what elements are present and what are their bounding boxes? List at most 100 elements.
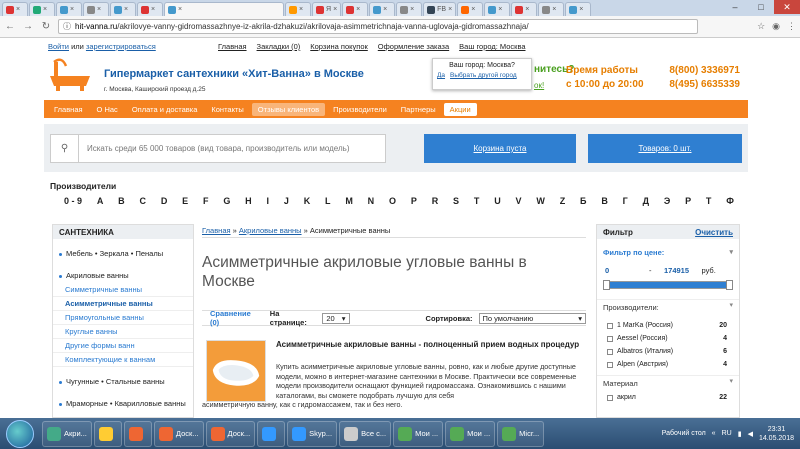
breadcrumb-category[interactable]: Акриловые ванны bbox=[239, 226, 302, 235]
taskbar-item[interactable]: Micr... bbox=[497, 420, 545, 447]
taskbar-item[interactable]: Акри... bbox=[42, 420, 92, 447]
browser-tab[interactable]: Я × bbox=[312, 2, 342, 16]
chevron-up-icon[interactable]: « bbox=[712, 430, 716, 437]
nav-item[interactable]: О Нас bbox=[91, 103, 124, 116]
brand-row[interactable]: Albatros (Италия) 6 bbox=[597, 345, 739, 358]
cart-button[interactable]: Корзина пуста bbox=[424, 134, 576, 163]
alphabet-letter[interactable]: S bbox=[453, 196, 459, 210]
choose-city-link[interactable]: Выбрать другой город bbox=[450, 72, 517, 79]
tab-close-icon[interactable]: × bbox=[124, 6, 128, 13]
nav-item[interactable]: Отзывы клиентов bbox=[251, 102, 326, 116]
brand-row[interactable]: Alpen (Австрия) 4 bbox=[597, 358, 739, 371]
brand-row[interactable]: Aessel (Россия) 4 bbox=[597, 332, 739, 345]
city-yes-link[interactable]: Да bbox=[437, 72, 445, 79]
checkbox[interactable] bbox=[607, 361, 613, 368]
taskbar-item[interactable] bbox=[123, 420, 152, 447]
alphabet-letter[interactable]: Z bbox=[560, 196, 566, 210]
tab-close-icon[interactable]: × bbox=[356, 6, 360, 13]
alphabet-letter[interactable]: W bbox=[536, 196, 545, 210]
tab-close-icon[interactable]: × bbox=[498, 6, 502, 13]
sidebar-item[interactable]: Акриловые ванны bbox=[53, 269, 193, 283]
tab-close-icon[interactable]: × bbox=[16, 6, 20, 13]
network-icon[interactable]: ▮ bbox=[738, 430, 742, 438]
alphabet-letter[interactable]: K bbox=[304, 196, 311, 210]
minimize-button[interactable]: – bbox=[722, 0, 748, 14]
url-field[interactable]: ⓘ hit-vanna.ru/akrilovye-vanny-gidromass… bbox=[58, 19, 698, 34]
browser-tab[interactable]: × bbox=[538, 2, 565, 16]
chevron-down-icon[interactable]: ▾ bbox=[729, 247, 733, 259]
alphabet-letter[interactable]: J bbox=[284, 196, 289, 210]
sidebar-item[interactable]: Круглые ванны bbox=[53, 325, 193, 339]
alphabet-letter[interactable]: L bbox=[325, 196, 331, 210]
menu-icon[interactable]: ⋮ bbox=[787, 21, 796, 32]
sidebar-item[interactable]: Чугунные • Стальные ванны bbox=[53, 375, 193, 389]
clock[interactable]: 23:31 14.05.2018 bbox=[759, 425, 794, 443]
top-link[interactable]: Корзина покупок bbox=[310, 42, 368, 51]
chevron-down-icon[interactable]: ▾ bbox=[729, 300, 733, 312]
search-icon[interactable]: ⚲ bbox=[51, 135, 79, 162]
browser-tab[interactable]: FB × bbox=[423, 2, 457, 16]
tab-close-icon[interactable]: × bbox=[97, 6, 101, 13]
extension-icon[interactable]: ◉ bbox=[772, 21, 780, 32]
browser-tab[interactable]: × bbox=[110, 2, 136, 16]
compare-link[interactable]: Сравнение (0) bbox=[210, 309, 260, 327]
forward-icon[interactable]: → bbox=[22, 21, 34, 32]
top-link[interactable]: Ваш город: Москва bbox=[459, 42, 525, 51]
sidebar-item[interactable]: Мраморные • Кварилловые ванны bbox=[53, 397, 193, 411]
browser-tab[interactable]: × bbox=[29, 2, 55, 16]
nav-item[interactable]: Оплата и доставка bbox=[126, 103, 204, 116]
browser-tab[interactable]: × bbox=[565, 2, 592, 16]
checkbox[interactable] bbox=[607, 335, 613, 342]
price-max[interactable]: 174915 bbox=[656, 266, 698, 275]
login-link[interactable]: Войти bbox=[48, 42, 69, 51]
reload-icon[interactable]: ↻ bbox=[40, 21, 52, 32]
browser-tab[interactable]: × bbox=[396, 2, 423, 16]
alphabet-letter[interactable]: Э bbox=[664, 196, 670, 210]
alphabet-letter[interactable]: O bbox=[389, 196, 396, 210]
browser-tab[interactable]: × bbox=[56, 2, 82, 16]
goods-count-button[interactable]: Товаров: 0 шт. bbox=[588, 134, 742, 163]
register-link[interactable]: зарегистрироваться bbox=[86, 42, 156, 51]
taskbar-item[interactable] bbox=[257, 420, 286, 447]
checkbox[interactable] bbox=[607, 322, 613, 329]
sidebar-item[interactable]: Симметричные ванны bbox=[53, 283, 193, 297]
browser-tab[interactable]: × bbox=[137, 2, 163, 16]
close-window-button[interactable]: ✕ bbox=[774, 0, 800, 14]
slider-min-handle[interactable] bbox=[603, 280, 610, 290]
alphabet-letter[interactable]: Д bbox=[643, 196, 649, 210]
taskbar-item[interactable]: Доск... bbox=[153, 420, 204, 447]
sidebar-item[interactable]: Мебель • Зеркала • Пеналы bbox=[53, 247, 193, 261]
tab-close-icon[interactable]: × bbox=[471, 6, 475, 13]
tab-close-icon[interactable]: × bbox=[525, 6, 529, 13]
alphabet-letter[interactable]: V bbox=[516, 196, 522, 210]
alphabet-letter[interactable]: Р bbox=[685, 196, 691, 210]
tab-close-icon[interactable]: × bbox=[383, 6, 387, 13]
nav-item[interactable]: Акции bbox=[443, 102, 477, 116]
alphabet-letter[interactable]: Г bbox=[623, 196, 628, 210]
search-input[interactable]: ⚲ Искать среди 65 000 товаров (вид товар… bbox=[50, 134, 386, 163]
browser-tab[interactable]: × bbox=[484, 2, 511, 16]
tab-close-icon[interactable]: × bbox=[178, 6, 182, 13]
browser-tab[interactable]: × bbox=[285, 2, 311, 16]
taskbar-item[interactable]: Skyp... bbox=[287, 420, 338, 447]
alphabet-letter[interactable]: P bbox=[411, 196, 417, 210]
maximize-button[interactable]: □ bbox=[748, 0, 774, 14]
browser-tab[interactable]: × bbox=[2, 2, 28, 16]
nav-item[interactable]: Контакты bbox=[205, 103, 249, 116]
callback-link[interactable]: ок! bbox=[534, 81, 544, 90]
top-link[interactable]: Закладки (0) bbox=[257, 42, 301, 51]
alphabet-letter[interactable]: R bbox=[432, 196, 439, 210]
phone-2[interactable]: 8(495) 6635339 bbox=[664, 78, 740, 92]
browser-tab[interactable]: × bbox=[511, 2, 538, 16]
alphabet-letter[interactable]: I bbox=[267, 196, 270, 210]
per-page-select[interactable]: 20 ▾ bbox=[322, 312, 350, 324]
alphabet-letter[interactable]: Т bbox=[706, 196, 712, 210]
alphabet-letter[interactable]: B bbox=[118, 196, 125, 210]
tab-close-icon[interactable]: × bbox=[151, 6, 155, 13]
sidebar-item[interactable]: Асимметричные ванны bbox=[53, 297, 193, 311]
sidebar-item[interactable]: Комплектующие к ваннам bbox=[53, 353, 193, 367]
alphabet-letter[interactable]: Б bbox=[580, 196, 586, 210]
start-button[interactable] bbox=[6, 419, 34, 448]
breadcrumb-home[interactable]: Главная bbox=[202, 226, 231, 235]
checkbox[interactable] bbox=[607, 348, 613, 355]
